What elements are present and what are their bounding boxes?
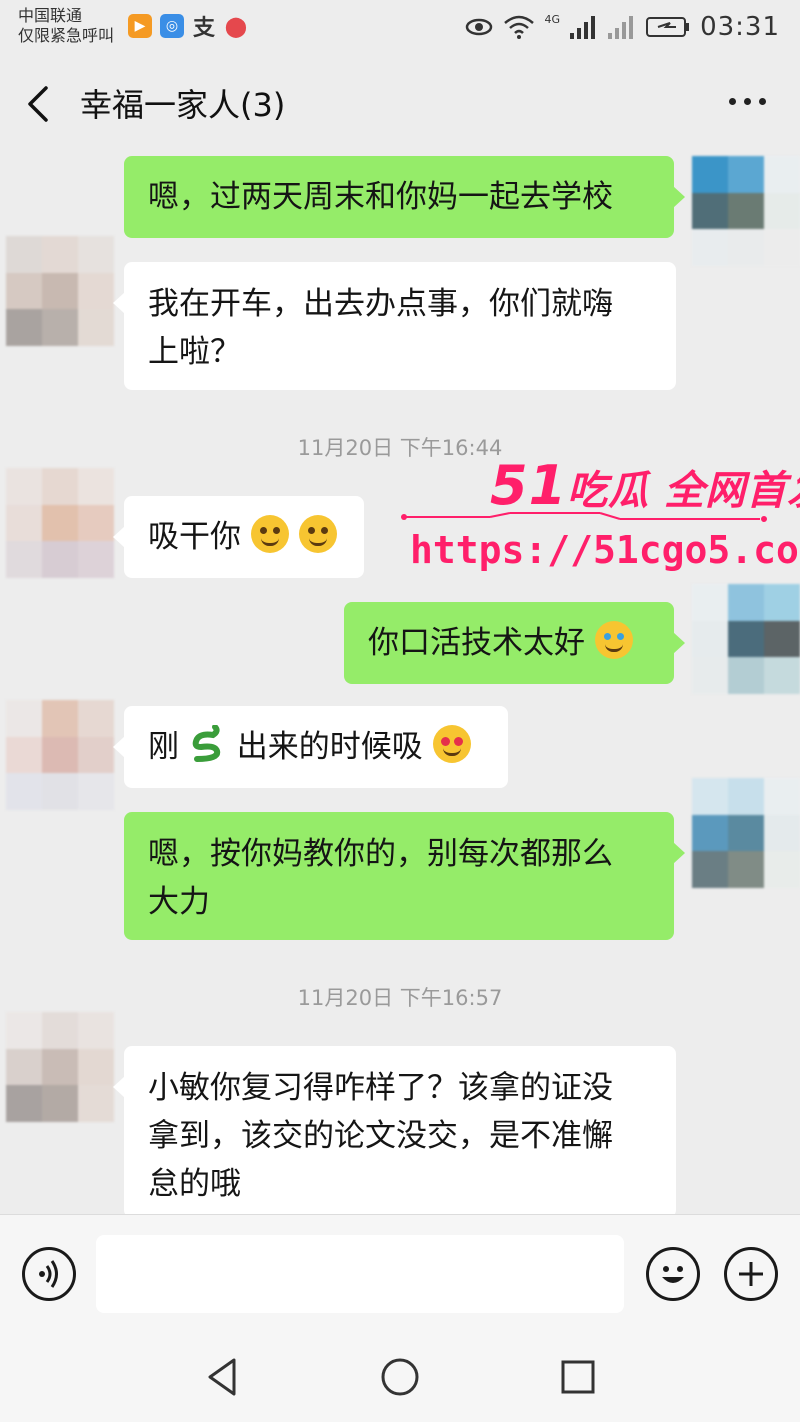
message-text: 出来的时候吸: [236, 729, 423, 765]
message-text: 怠的哦: [148, 1166, 241, 1202]
message-bubble-outgoing[interactable]: 你口活技术太好: [344, 602, 685, 684]
message-text: 嗯，过两天周末和你妈一起去学校: [148, 179, 613, 215]
avatar-contact[interactable]: [6, 1012, 114, 1122]
alipay-icon: 支: [192, 16, 215, 41]
chat-title: 幸福一家人(3): [80, 86, 286, 124]
watermark-url: https://51cgo5.com: [410, 528, 800, 572]
snake-emoji: [189, 724, 227, 763]
wifi-icon: [503, 15, 534, 39]
avatar-self[interactable]: [692, 584, 800, 694]
chevron-left-icon[interactable]: [22, 84, 58, 124]
message-text: 嗯，按你妈教你的，别每次都那么: [148, 836, 613, 872]
carrier-info: 中国联通 仅限紧急呼叫: [18, 6, 114, 46]
message-text: 大力: [148, 884, 210, 920]
video-app-icon: ▶: [128, 14, 152, 38]
message-text: 上啦？: [148, 334, 241, 370]
rolling-laughing-emoji: [594, 621, 633, 659]
emergency-only-label: 仅限紧急呼叫: [18, 26, 115, 45]
message-text: 小敏你复习得咋样了？该拿的证没: [148, 1070, 613, 1106]
network-type-label: 4G: [544, 12, 561, 26]
message-text: 刚: [148, 729, 179, 765]
message-text: 吸干你: [148, 519, 241, 555]
avatar-self[interactable]: [692, 778, 800, 888]
signal-icon: [570, 16, 596, 39]
smile-icon[interactable]: [646, 1247, 700, 1301]
avatar-contact[interactable]: [6, 700, 114, 810]
watermark-title: 51吃瓜 全网首发: [490, 454, 800, 517]
message-bubble-incoming[interactable]: 小敏你复习得咋样了？该拿的证没 拿到，该交的论文没交，是不准懈 怠的哦: [113, 1046, 676, 1218]
message-text: 拿到，该交的论文没交，是不准懈: [148, 1118, 613, 1154]
message-input[interactable]: [96, 1235, 624, 1313]
avatar-contact[interactable]: [6, 468, 114, 578]
message-bubble-outgoing[interactable]: 嗯，按你妈教你的，别每次都那么 大力: [124, 812, 685, 940]
eye-icon: [465, 18, 492, 36]
carrier-name: 中国联通: [18, 6, 83, 25]
system-navigation-bar: [0, 1332, 800, 1422]
message-bubble-incoming[interactable]: 我在开车，出去办点事，你们就嗨 上啦？: [113, 262, 676, 390]
notification-icons: ▶ ◎ 支 ⬤: [128, 14, 248, 41]
back-triangle-icon[interactable]: [200, 1354, 246, 1400]
signal-2-icon: [608, 16, 634, 39]
more-horizontal-icon[interactable]: [729, 98, 766, 105]
message-bubble-incoming[interactable]: 吸干你: [113, 496, 364, 578]
message-text: 你口活技术太好: [368, 625, 585, 661]
thinking-face-emoji: [298, 515, 337, 553]
recents-square-icon[interactable]: [555, 1354, 601, 1400]
system-status-icons: 4G 03:31: [465, 12, 780, 42]
voice-icon[interactable]: [22, 1247, 76, 1301]
chat-header: 幸福一家人(3): [0, 60, 800, 146]
status-bar: 中国联通 仅限紧急呼叫 ▶ ◎ 支 ⬤ 4G 03:31: [0, 0, 800, 54]
avatar-contact[interactable]: [6, 236, 114, 346]
battery-icon: [646, 17, 690, 37]
message-bubble-incoming[interactable]: 刚 出来的时候吸: [113, 706, 508, 788]
chat-app-icon: ◎: [160, 14, 184, 38]
message-bubble-outgoing[interactable]: 嗯，过两天周末和你妈一起去学校: [124, 156, 685, 238]
thinking-face-emoji: [250, 515, 289, 553]
home-circle-icon[interactable]: [377, 1354, 423, 1400]
clock: 03:31: [700, 12, 780, 42]
watermark: 51吃瓜 全网首发 https://51cgo5.com: [400, 450, 800, 590]
avatar-self[interactable]: [692, 156, 800, 266]
heart-eyes-emoji: [432, 725, 471, 763]
watermark-line: [401, 512, 767, 522]
input-bar: [0, 1214, 800, 1332]
location-icon: ⬤: [224, 14, 248, 38]
plus-icon[interactable]: [724, 1247, 778, 1301]
message-text: 我在开车，出去办点事，你们就嗨: [148, 286, 613, 322]
message-timestamp: 11月20日 下午16:57: [297, 986, 503, 1010]
